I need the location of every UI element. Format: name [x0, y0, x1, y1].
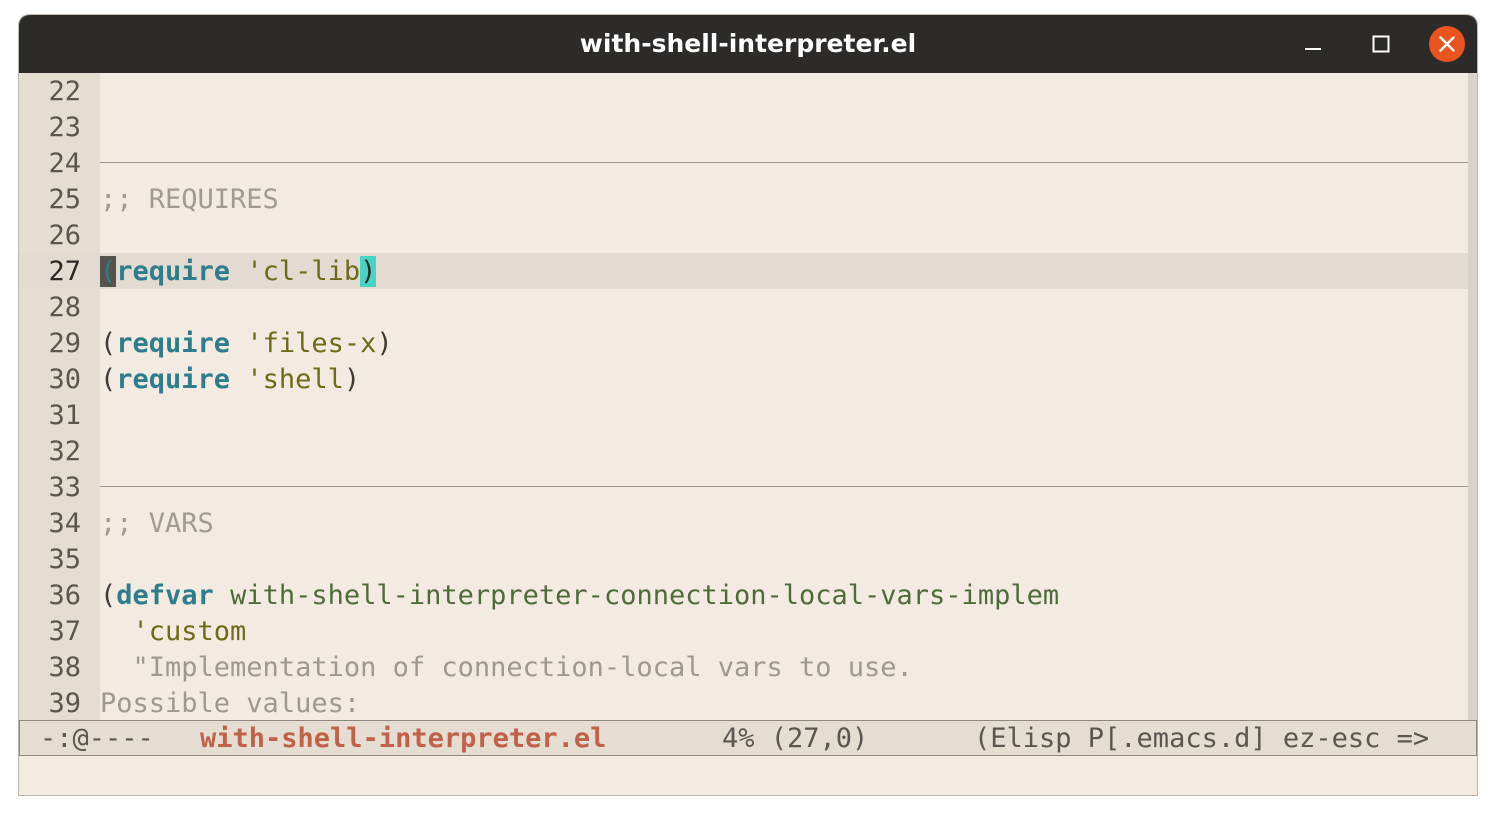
- title-bar[interactable]: with-shell-interpreter.el: [19, 15, 1477, 73]
- code-text: (defvar with-shell-interpreter-connectio…: [100, 577, 1059, 613]
- code-line[interactable]: 38 "Implementation of connection-local v…: [19, 649, 1468, 685]
- keyword: require: [116, 256, 231, 287]
- code-line[interactable]: 28: [19, 289, 1468, 325]
- line-number: 27: [48, 256, 81, 287]
- code-line[interactable]: 34 ;; VARS: [19, 505, 1468, 541]
- buffer-status: -:@----: [40, 723, 154, 754]
- paren: ): [343, 364, 361, 395]
- keyword: defvar: [116, 580, 214, 611]
- paren: (: [100, 364, 117, 395]
- docstring: Possible values:: [100, 688, 361, 719]
- code-line[interactable]: 37 'custom: [19, 613, 1468, 649]
- line-number: 30: [48, 364, 81, 395]
- code-line[interactable]: 30 (require 'shell): [19, 361, 1468, 397]
- line-number: 25: [48, 184, 81, 215]
- code-text: 'custom: [100, 613, 247, 649]
- minibuffer[interactable]: [19, 756, 1477, 795]
- mode-line[interactable]: -:@---- with-shell-interpreter.el 4% (27…: [19, 720, 1477, 756]
- line-number: 26: [48, 220, 81, 251]
- paren: (: [100, 328, 117, 359]
- maximize-icon: [1372, 35, 1390, 53]
- line-number: 22: [48, 76, 81, 107]
- minimize-icon: [1305, 48, 1321, 50]
- line-number: 39: [48, 688, 81, 719]
- line-number: 38: [48, 652, 81, 683]
- code-text: (require 'cl-lib): [100, 253, 377, 289]
- line-number: 28: [48, 292, 81, 323]
- window-title: with-shell-interpreter.el: [579, 29, 917, 58]
- symbol: 'shell: [230, 364, 344, 395]
- line-number: 34: [48, 508, 81, 539]
- buffer-name[interactable]: with-shell-interpreter.el: [200, 721, 606, 757]
- current-line[interactable]: 27 (require 'cl-lib): [19, 253, 1468, 289]
- line-number: 36: [48, 580, 81, 611]
- code-line[interactable]: 36 (defvar with-shell-interpreter-connec…: [19, 577, 1468, 613]
- code-line[interactable]: 33: [19, 469, 1468, 505]
- symbol: 'cl-lib: [230, 256, 361, 287]
- close-button[interactable]: [1429, 26, 1465, 62]
- comment: ;; REQUIRES: [100, 184, 279, 215]
- code-line[interactable]: 29 (require 'files-x): [19, 325, 1468, 361]
- code-text: "Implementation of connection-local vars…: [100, 649, 913, 685]
- line-number: 31: [48, 400, 81, 431]
- paren: ): [376, 328, 393, 359]
- line-number: 33: [48, 472, 81, 503]
- code-line[interactable]: 25 ;; REQUIRES: [19, 181, 1468, 217]
- emacs-window: with-shell-interpreter.el 22 23 24 25 ;;…: [19, 15, 1477, 795]
- code-line[interactable]: 35: [19, 541, 1468, 577]
- code-text: ;; REQUIRES: [100, 181, 279, 217]
- code-line[interactable]: 22: [19, 73, 1468, 109]
- editor-area[interactable]: 22 23 24 25 ;; REQUIRES 26 27 (require '…: [19, 73, 1468, 720]
- matching-paren: ): [360, 256, 377, 287]
- code-text: Possible values:: [100, 685, 360, 721]
- variable-name: with-shell-interpreter-connection-local-…: [213, 580, 1060, 611]
- line-number: 23: [48, 112, 81, 143]
- line-number: 35: [48, 544, 81, 575]
- docstring: "Implementation of connection-local vars…: [100, 652, 913, 683]
- paren: (: [100, 580, 117, 611]
- cursor-position: 4% (27,0): [722, 723, 869, 754]
- line-number: 37: [48, 616, 81, 647]
- line-number: 24: [48, 148, 81, 179]
- close-icon: [1429, 26, 1465, 62]
- code-line[interactable]: 23: [19, 109, 1468, 145]
- code-text: (require 'shell): [100, 361, 360, 397]
- code-line[interactable]: 39 Possible values:: [19, 685, 1468, 721]
- line-number: 32: [48, 436, 81, 467]
- minimize-button[interactable]: [1295, 26, 1331, 62]
- vertical-scrollbar[interactable]: [1468, 73, 1477, 720]
- code-line[interactable]: 24: [19, 145, 1468, 181]
- code-text: (require 'files-x): [100, 325, 393, 361]
- code-line[interactable]: 31: [19, 397, 1468, 433]
- symbol: 'files-x: [230, 328, 377, 359]
- code-line[interactable]: 32: [19, 433, 1468, 469]
- cursor: (: [100, 256, 117, 287]
- symbol: 'custom: [100, 616, 247, 647]
- code-line[interactable]: 26: [19, 217, 1468, 253]
- maximize-button[interactable]: [1363, 26, 1399, 62]
- comment: ;; VARS: [100, 508, 214, 539]
- page-break-rule: [100, 162, 1468, 163]
- code-text: ;; VARS: [100, 505, 214, 541]
- major-mode-indicator[interactable]: (Elisp P[.emacs.d] ez-esc =>: [974, 721, 1429, 757]
- page-break-rule: [100, 486, 1468, 487]
- keyword: require: [116, 364, 231, 395]
- keyword: require: [116, 328, 231, 359]
- line-number: 29: [48, 328, 81, 359]
